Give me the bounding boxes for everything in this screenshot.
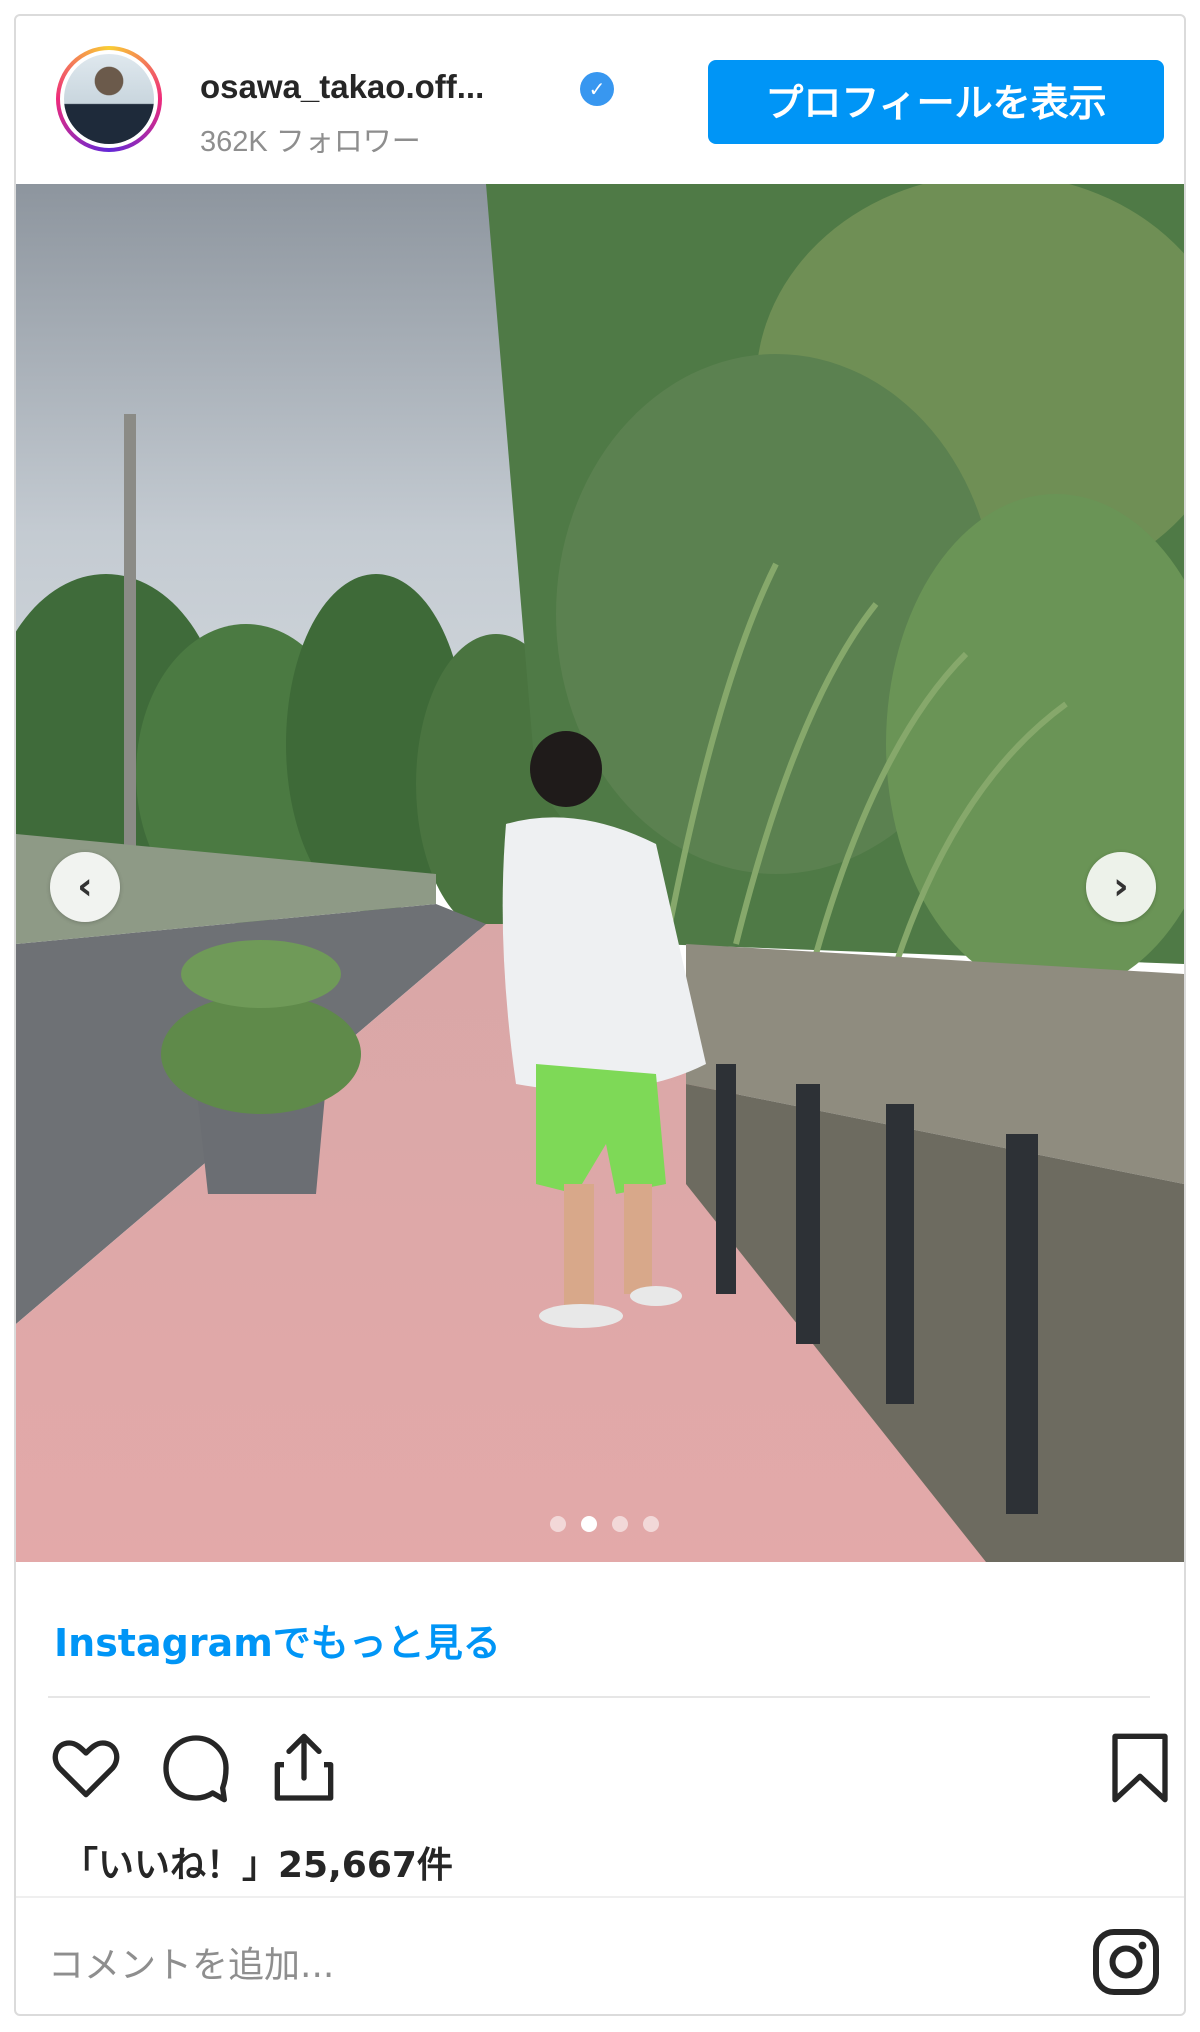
view-profile-button[interactable]: プロフィールを表示 [708, 60, 1164, 144]
divider [48, 1696, 1150, 1698]
avatar[interactable] [56, 46, 162, 152]
comment-icon[interactable] [156, 1728, 236, 1808]
carousel-indicator [550, 1516, 669, 1536]
like-count[interactable]: 「いいね！」25,667件 [62, 1836, 453, 1888]
add-comment-input[interactable]: コメントを追加... [48, 1936, 334, 1988]
previous-slide-button[interactable]: ‹ [50, 852, 120, 922]
post-photo[interactable]: ‹ › [16, 184, 1184, 1562]
divider [16, 1896, 1184, 1898]
bookmark-icon[interactable] [1100, 1728, 1180, 1808]
follower-count: 362K フォロワー [200, 126, 421, 158]
view-more-on-instagram-link[interactable]: Instagramでもっと見る [54, 1612, 501, 1667]
instagram-embed-card: osawa_takao.off... ✓ 362K フォロワー プロフィールを表… [14, 14, 1186, 2016]
instagram-logo-icon[interactable] [1090, 1926, 1162, 1998]
heart-icon[interactable] [46, 1728, 126, 1808]
carousel-dot [643, 1516, 660, 1532]
share-icon[interactable] [264, 1728, 344, 1808]
carousel-dot-active [581, 1516, 598, 1532]
photo-illustration [16, 184, 1184, 1562]
avatar-image [60, 50, 158, 148]
carousel-dot [612, 1516, 629, 1532]
action-bar [16, 1716, 1184, 1816]
verified-badge-icon: ✓ [580, 72, 614, 106]
post-header: osawa_takao.off... ✓ 362K フォロワー プロフィールを表… [16, 16, 1184, 184]
carousel-dot [550, 1516, 566, 1532]
username[interactable]: osawa_takao.off... [200, 68, 484, 106]
next-slide-button[interactable]: › [1086, 852, 1156, 922]
